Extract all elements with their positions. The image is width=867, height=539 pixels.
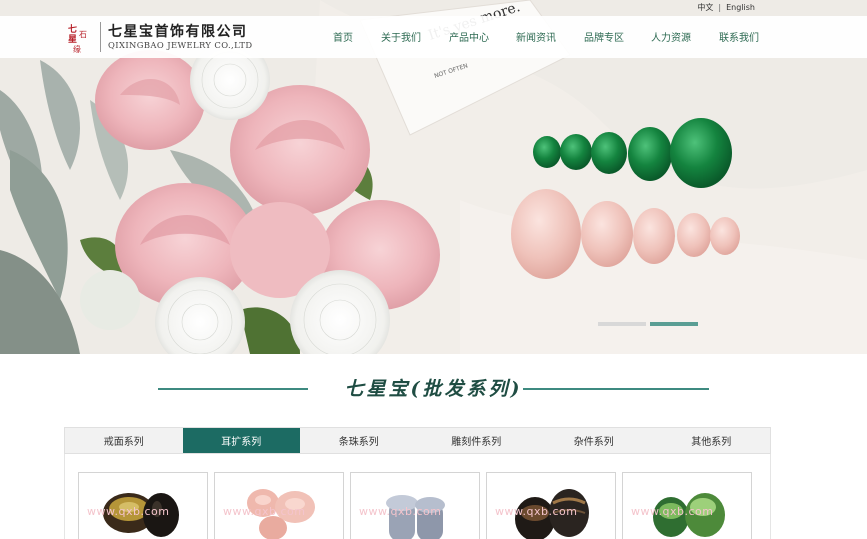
nav-item-home[interactable]: 首页: [333, 29, 353, 44]
category-tabs: 戒面系列 耳扩系列 条珠系列 雕刻件系列 杂件系列 其他系列: [64, 427, 771, 454]
nav-item-hr[interactable]: 人力资源: [651, 29, 691, 44]
product-card[interactable]: www.qxb.com: [214, 472, 344, 539]
tab-others[interactable]: 其他系列: [653, 428, 771, 453]
product-watermark: www.qxb.com: [223, 505, 306, 518]
nav-item-products[interactable]: 产品中心: [449, 29, 489, 44]
product-card[interactable]: www.qxb.com: [78, 472, 208, 539]
carousel-dot-1[interactable]: [598, 322, 646, 326]
tab-ring-face[interactable]: 戒面系列: [65, 428, 183, 453]
title-line-right: [523, 388, 709, 390]
tab-ear-plugs[interactable]: 耳扩系列: [182, 428, 300, 453]
product-watermark: www.qxb.com: [359, 505, 442, 518]
lang-separator: |: [718, 2, 722, 12]
svg-text:缘: 缘: [73, 44, 81, 53]
language-switcher: 中文 | English: [697, 0, 755, 14]
carousel-indicators: [598, 322, 698, 326]
nav-item-news[interactable]: 新闻资讯: [516, 29, 556, 44]
product-watermark: www.qxb.com: [495, 505, 578, 518]
lang-en-link[interactable]: English: [726, 3, 755, 12]
tab-carvings[interactable]: 雕刻件系列: [418, 428, 536, 453]
tab-misc[interactable]: 杂件系列: [535, 428, 653, 453]
lang-cn-link[interactable]: 中文: [697, 2, 713, 13]
nav-item-brand[interactable]: 品牌专区: [584, 29, 624, 44]
product-card[interactable]: www.qxb.com: [486, 472, 616, 539]
product-card[interactable]: www.qxb.com: [350, 472, 480, 539]
tab-beads[interactable]: 条珠系列: [300, 428, 418, 453]
section-title: 七星宝(批发系列): [344, 378, 523, 400]
page: It's yes more. NOT OFTEN: [0, 0, 867, 539]
nav-item-contact[interactable]: 联系我们: [719, 29, 759, 44]
product-card[interactable]: www.qxb.com: [622, 472, 752, 539]
main-nav: 首页 关于我们 产品中心 新闻资讯 品牌专区 人力资源 联系我们: [0, 29, 867, 45]
nav-item-about[interactable]: 关于我们: [381, 29, 421, 44]
product-watermark: www.qxb.com: [87, 505, 170, 518]
carousel-dot-2[interactable]: [650, 322, 698, 326]
product-watermark: www.qxb.com: [631, 505, 714, 518]
